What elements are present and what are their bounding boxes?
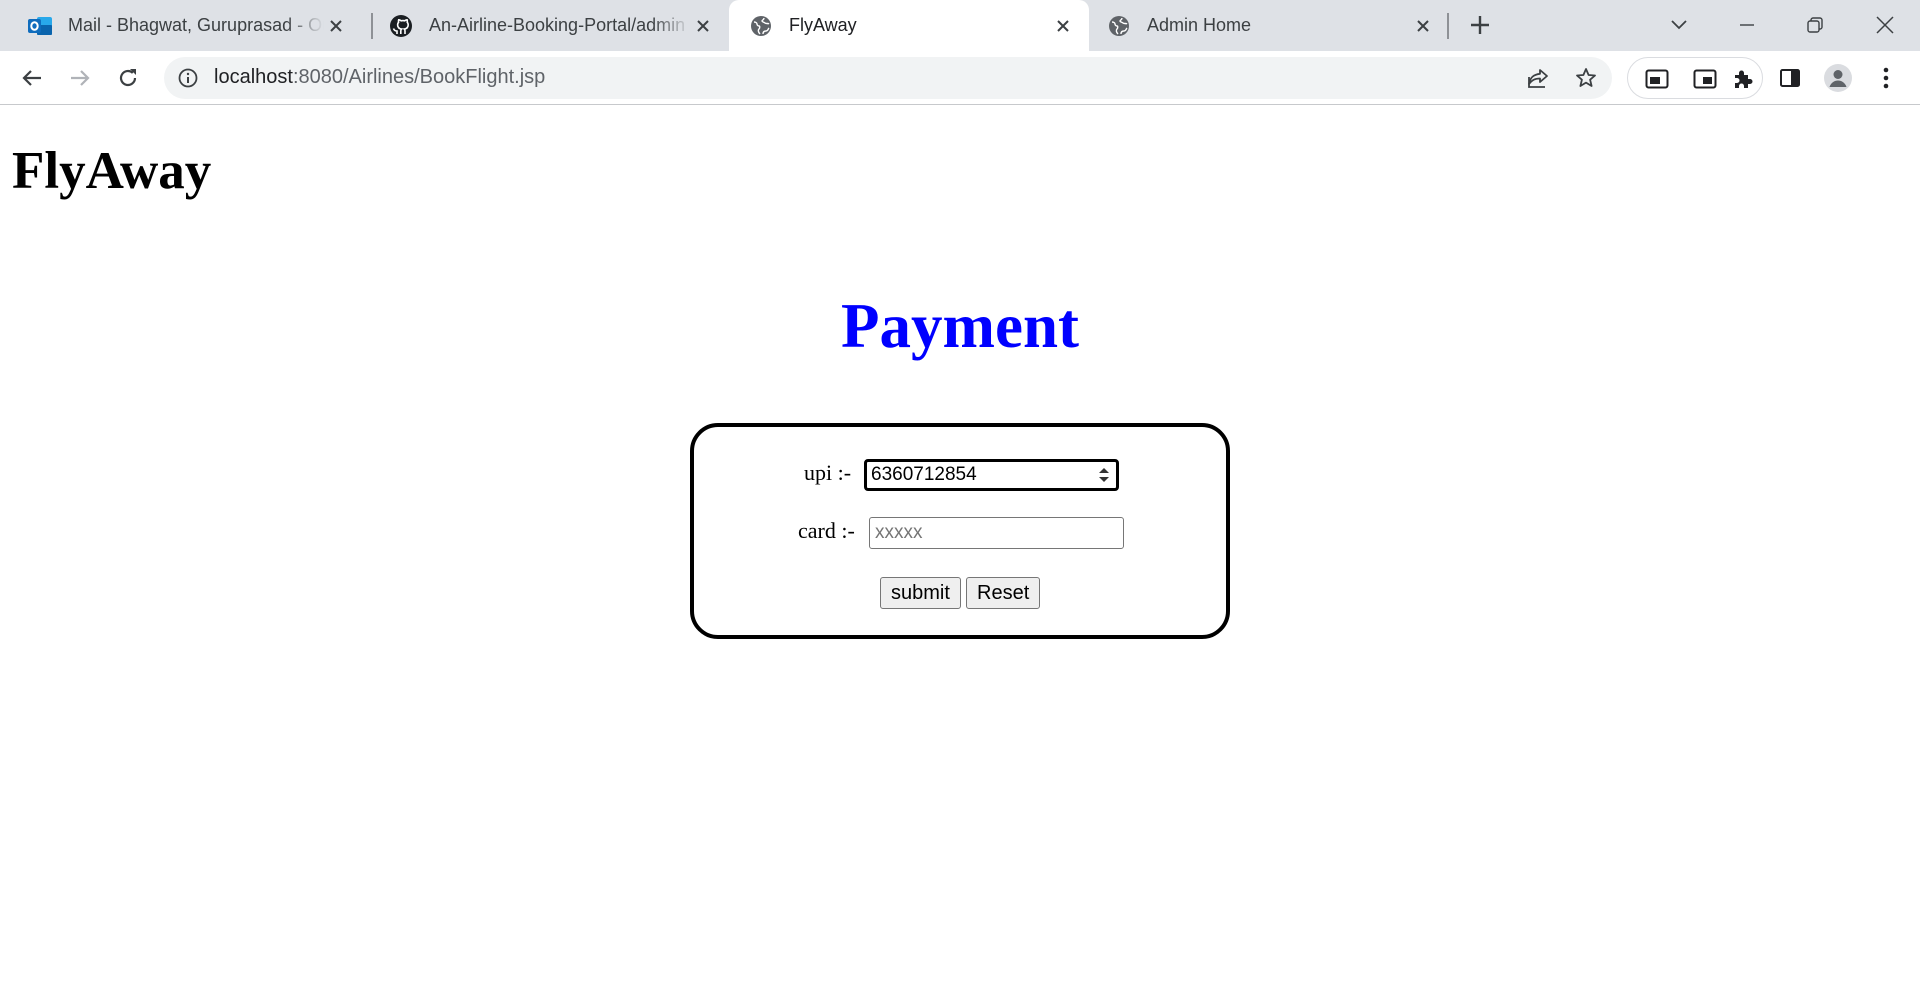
reload-button[interactable] [110, 60, 146, 96]
back-button[interactable] [14, 60, 50, 96]
tab-github[interactable]: An-Airline-Booking-Portal/admin [361, 0, 729, 51]
url-host: localhost [214, 66, 293, 88]
tab-separator [1447, 13, 1449, 39]
minimize-button[interactable] [1730, 8, 1764, 42]
submit-button[interactable]: submit [880, 577, 961, 609]
browser-toolbar: localhost:8080/Airlines/BookFlight.jsp [0, 51, 1920, 105]
tab-strip: Mail - Bhagwat, Guruprasad - Outlook An-… [0, 0, 1920, 51]
extensions-puzzle-icon[interactable] [1728, 64, 1758, 94]
page-content: FlyAway Payment upi :- card :- submit Re… [0, 105, 1920, 1008]
picture-in-picture-icon[interactable] [1642, 64, 1672, 94]
tab-outlook-mail[interactable]: Mail - Bhagwat, Guruprasad - Outlook [0, 0, 362, 51]
bookmark-star-icon[interactable] [1572, 64, 1600, 92]
number-spinner-icon[interactable] [1096, 465, 1112, 485]
reset-button[interactable]: Reset [966, 577, 1041, 609]
close-tab-icon[interactable] [691, 14, 715, 38]
globe-icon [1107, 14, 1131, 38]
card-label: card :- [798, 518, 855, 543]
info-icon[interactable] [177, 67, 199, 89]
forward-button[interactable] [62, 60, 98, 96]
url-text[interactable]: localhost:8080/Airlines/BookFlight.jsp [214, 66, 545, 89]
close-tab-icon[interactable] [1411, 14, 1435, 38]
github-icon [389, 14, 413, 38]
globe-icon [749, 14, 773, 38]
tab-title: Admin Home [1147, 15, 1252, 35]
menu-kebab-icon[interactable] [1868, 60, 1904, 96]
url-path: :8080/Airlines/BookFlight.jsp [292, 66, 546, 88]
close-window-button[interactable] [1868, 8, 1902, 42]
page-title: Payment [841, 291, 1079, 361]
tab-search-button[interactable] [1662, 8, 1696, 42]
close-tab-icon[interactable] [324, 14, 348, 38]
tab-flyaway[interactable]: FlyAway [729, 0, 1089, 51]
address-bar[interactable]: localhost:8080/Airlines/BookFlight.jsp [164, 57, 1612, 99]
outlook-icon [28, 14, 52, 38]
tab-admin-home[interactable]: Admin Home [1089, 0, 1449, 51]
extensions-group [1627, 57, 1763, 99]
share-icon[interactable] [1524, 64, 1552, 92]
site-brand: FlyAway [12, 142, 212, 200]
upi-input[interactable] [864, 459, 1119, 491]
payment-form: upi :- card :- submit Reset [690, 423, 1230, 639]
upi-label: upi :- [804, 460, 852, 485]
close-tab-icon[interactable] [1051, 14, 1075, 38]
tab-title: Mail - Bhagwat, Guruprasad - Outlook [68, 15, 324, 35]
card-input[interactable] [869, 517, 1124, 549]
tab-title: FlyAway [789, 15, 857, 35]
side-panel-button[interactable] [1772, 60, 1808, 96]
mini-player-icon[interactable] [1690, 64, 1720, 94]
profile-avatar-icon[interactable] [1820, 60, 1856, 96]
tab-title: An-Airline-Booking-Portal/admin [429, 15, 686, 35]
new-tab-button[interactable] [1463, 8, 1497, 42]
restore-button[interactable] [1798, 8, 1832, 42]
